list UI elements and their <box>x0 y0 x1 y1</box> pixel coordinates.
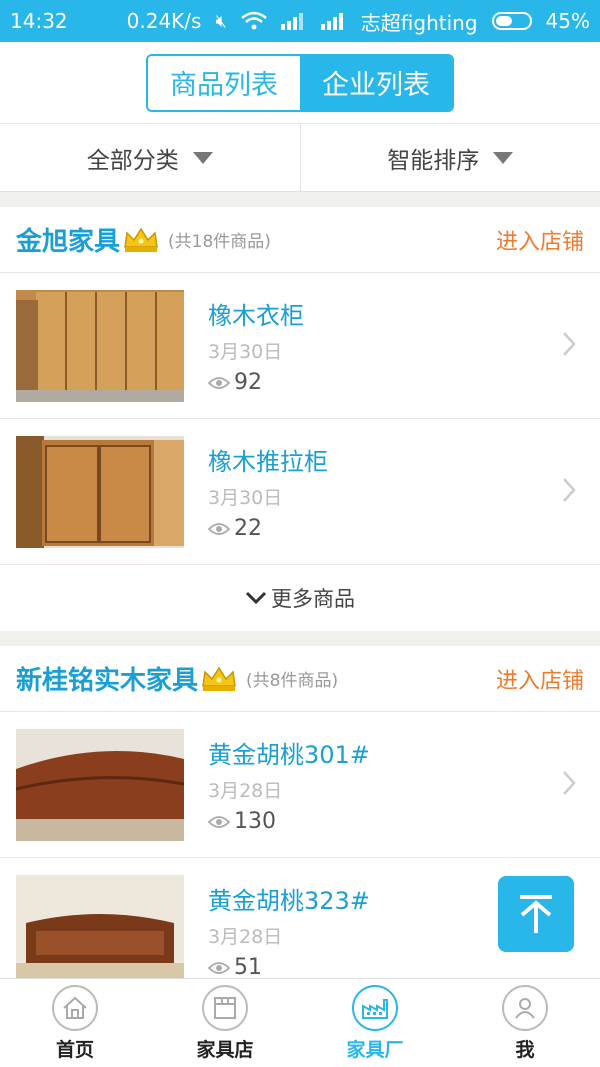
tab-company-list[interactable]: 企业列表 <box>300 55 452 110</box>
product-view-count: 92 <box>234 370 262 395</box>
eye-icon <box>208 522 230 535</box>
product-thumbnail <box>16 435 184 548</box>
product-date: 3月30日 <box>208 487 283 509</box>
product-title: 橡木衣柜 <box>208 302 304 330</box>
eye-icon <box>208 961 230 974</box>
wifi-icon <box>240 11 267 30</box>
user-icon <box>502 984 548 1031</box>
bottom-tab-bar: 首页 家具店 家具厂 我 <box>0 978 600 1067</box>
product-thumbnail <box>16 728 184 841</box>
shop-card: 金旭家具 (共18件商品) 进入店铺 橡木衣柜 3月30日 92 橡木推拉柜 3… <box>0 207 600 631</box>
tab-me-label: 我 <box>515 1038 535 1061</box>
more-products-label: 更多商品 <box>271 587 355 611</box>
chevron-right-icon <box>563 332 576 356</box>
product-view-count: 130 <box>234 809 276 834</box>
product-view-count: 22 <box>234 516 262 541</box>
signal-icon <box>280 13 303 30</box>
product-thumbnail <box>16 289 184 402</box>
category-filter-label: 全部分类 <box>86 147 179 174</box>
more-products-button[interactable]: 更多商品 <box>0 565 600 631</box>
product-item[interactable]: 橡木衣柜 3月30日 92 <box>0 273 600 419</box>
sort-filter-label: 智能排序 <box>387 147 480 174</box>
tab-store[interactable]: 家具店 <box>150 979 300 1067</box>
product-title: 黄金胡桃301# <box>208 741 370 769</box>
shop-name[interactable]: 新桂铭实木家具 <box>16 660 198 697</box>
category-filter[interactable]: 全部分类 <box>0 124 301 191</box>
tab-home-label: 首页 <box>55 1038 94 1061</box>
home-icon <box>52 984 98 1031</box>
status-bar: 14:32 0.24K/s 🔇︎ 志超fighting 45% <box>0 0 600 42</box>
product-views: 51 <box>208 955 584 978</box>
tab-home[interactable]: 首页 <box>0 979 150 1067</box>
chevron-right-icon <box>563 771 576 795</box>
shop-header: 金旭家具 (共18件商品) 进入店铺 <box>0 207 600 273</box>
product-thumbnail <box>16 874 184 978</box>
battery-icon <box>491 12 532 30</box>
tab-factory[interactable]: 家具厂 <box>300 979 450 1067</box>
network-speed: 0.24K/s <box>126 9 202 33</box>
tab-me[interactable]: 我 <box>450 979 600 1067</box>
scroll-to-top-button[interactable] <box>498 876 574 952</box>
product-views: 22 <box>208 516 584 541</box>
product-title: 橡木推拉柜 <box>208 448 328 476</box>
product-item[interactable]: 橡木推拉柜 3月30日 22 <box>0 419 600 565</box>
arrow-up-icon <box>520 895 552 933</box>
enter-shop-link[interactable]: 进入店铺 <box>496 224 584 256</box>
chevron-right-icon <box>563 478 576 502</box>
tab-product-list[interactable]: 商品列表 <box>148 55 300 110</box>
product-views: 92 <box>208 370 584 395</box>
product-date: 3月30日 <box>208 341 283 363</box>
crown-icon <box>202 666 236 691</box>
filter-bar: 全部分类 智能排序 <box>0 124 600 192</box>
enter-shop-link[interactable]: 进入店铺 <box>496 663 584 695</box>
mute-icon: 🔇︎ <box>215 10 227 32</box>
sort-filter[interactable]: 智能排序 <box>301 124 600 191</box>
caret-down-icon <box>493 151 514 164</box>
signal-icon-2 <box>320 13 343 30</box>
store-icon <box>202 984 248 1031</box>
product-view-count: 51 <box>234 955 262 978</box>
status-time: 14:32 <box>10 9 68 33</box>
product-views: 130 <box>208 809 584 834</box>
caret-down-icon <box>192 151 213 164</box>
eye-icon <box>208 376 230 389</box>
product-item[interactable]: 黄金胡桃301# 3月28日 130 <box>0 712 600 858</box>
crown-icon <box>124 227 158 252</box>
shop-product-count: (共18件商品) <box>168 232 271 252</box>
shop-name[interactable]: 金旭家具 <box>16 221 120 258</box>
factory-icon <box>352 984 398 1031</box>
shop-header: 新桂铭实木家具 (共8件商品) 进入店铺 <box>0 646 600 712</box>
tab-store-label: 家具店 <box>196 1038 254 1061</box>
eye-icon <box>208 815 230 828</box>
tab-factory-label: 家具厂 <box>346 1038 404 1061</box>
carrier-name: 志超fighting <box>360 10 478 35</box>
list-type-toggle: 商品列表 企业列表 <box>146 53 454 112</box>
header: 商品列表 企业列表 <box>0 42 600 124</box>
battery-level: 45% <box>545 9 590 33</box>
chevron-down-icon <box>245 591 267 605</box>
shop-product-count: (共8件商品) <box>246 671 339 691</box>
product-date: 3月28日 <box>208 780 283 802</box>
